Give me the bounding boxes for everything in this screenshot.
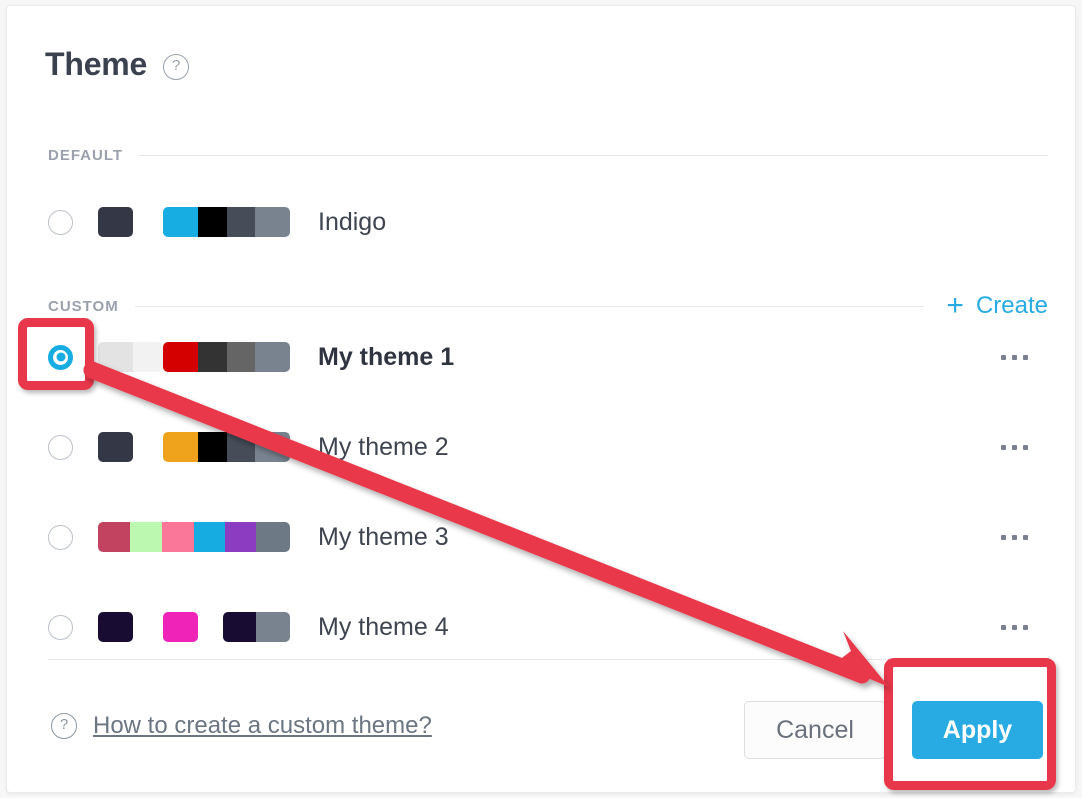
- page-title: Theme: [45, 46, 148, 82]
- help-link-group: ? How to create a custom theme?: [51, 712, 432, 740]
- color-swatch-4: [227, 432, 255, 462]
- theme-color-swatches: [98, 342, 298, 372]
- theme-row[interactable]: Indigo: [48, 202, 1048, 242]
- group-header: CUSTOM + Create: [48, 289, 1048, 322]
- theme-radio-1[interactable]: [48, 344, 73, 370]
- theme-radio-3[interactable]: [48, 524, 73, 550]
- group-label: CUSTOM: [48, 297, 119, 315]
- group-label: DEFAULT: [48, 147, 124, 164]
- color-swatch-5: [255, 207, 290, 237]
- create-theme-button[interactable]: + Create: [946, 289, 1048, 322]
- help-question-icon-footer[interactable]: ?: [51, 713, 77, 739]
- theme-name-label: My theme 4: [318, 612, 449, 641]
- color-swatch-4: [198, 342, 227, 372]
- theme-overflow-menu-icon[interactable]: [1001, 444, 1028, 450]
- color-swatch-2: [133, 342, 163, 372]
- group-divider: [134, 305, 925, 307]
- theme-radio-4[interactable]: [48, 614, 73, 640]
- group-divider: [139, 155, 1048, 156]
- color-swatch-1: [98, 612, 133, 642]
- theme-row[interactable]: My theme 3: [48, 517, 1048, 557]
- theme-name-label: My theme 3: [318, 522, 449, 551]
- theme-row[interactable]: My theme 2: [48, 427, 1048, 467]
- color-swatch-5: [255, 432, 290, 462]
- cancel-button[interactable]: Cancel: [744, 701, 886, 759]
- color-swatch-2: [163, 612, 198, 642]
- theme-name-label: My theme 1: [318, 342, 455, 371]
- color-swatch-1: [98, 432, 133, 462]
- color-swatch-4: [256, 612, 290, 642]
- color-swatch-1: [98, 522, 130, 552]
- color-swatch-4: [194, 522, 225, 552]
- color-swatch-3: [198, 207, 227, 237]
- color-swatch-3: [162, 522, 194, 552]
- color-swatch-1: [98, 207, 133, 237]
- color-swatch-2: [163, 207, 198, 237]
- color-swatch-4: [227, 207, 255, 237]
- create-theme-label: Create: [975, 292, 1048, 319]
- apply-button[interactable]: Apply: [912, 701, 1043, 759]
- panel-header: Theme ?: [45, 46, 190, 83]
- theme-row[interactable]: My theme 4: [48, 607, 1048, 647]
- color-swatch-2: [130, 522, 162, 552]
- color-swatch-3: [198, 432, 227, 462]
- theme-radio-1[interactable]: [48, 209, 73, 235]
- theme-overflow-menu-icon[interactable]: [1001, 624, 1028, 630]
- theme-row[interactable]: My theme 1: [48, 337, 1048, 377]
- theme-settings-panel: Theme ? DEFAULT Indigo CUSTOM + Create My the…: [6, 5, 1076, 793]
- group-header: DEFAULT: [48, 147, 1048, 164]
- theme-overflow-menu-icon[interactable]: [1001, 534, 1028, 540]
- theme-overflow-menu-icon[interactable]: [1001, 354, 1028, 360]
- color-swatch-6: [256, 522, 290, 552]
- theme-color-swatches: [98, 612, 298, 642]
- theme-name-label: My theme 2: [318, 432, 449, 461]
- theme-name-label: Indigo: [318, 207, 387, 236]
- help-question-icon[interactable]: ?: [163, 53, 190, 80]
- color-swatch-6: [255, 342, 290, 372]
- theme-radio-2[interactable]: [48, 434, 73, 460]
- how-to-create-custom-theme-link[interactable]: How to create a custom theme?: [93, 712, 432, 740]
- theme-color-swatches: [98, 207, 298, 237]
- theme-color-swatches: [98, 432, 298, 462]
- color-swatch-3: [163, 342, 198, 372]
- color-swatch-5: [225, 522, 256, 552]
- color-swatch-2: [163, 432, 198, 462]
- footer-divider: [48, 659, 1048, 660]
- plus-icon: +: [946, 289, 964, 322]
- theme-color-swatches: [98, 522, 298, 552]
- color-swatch-1: [98, 342, 133, 372]
- color-swatch-5: [227, 342, 255, 372]
- color-swatch-3: [223, 612, 256, 642]
